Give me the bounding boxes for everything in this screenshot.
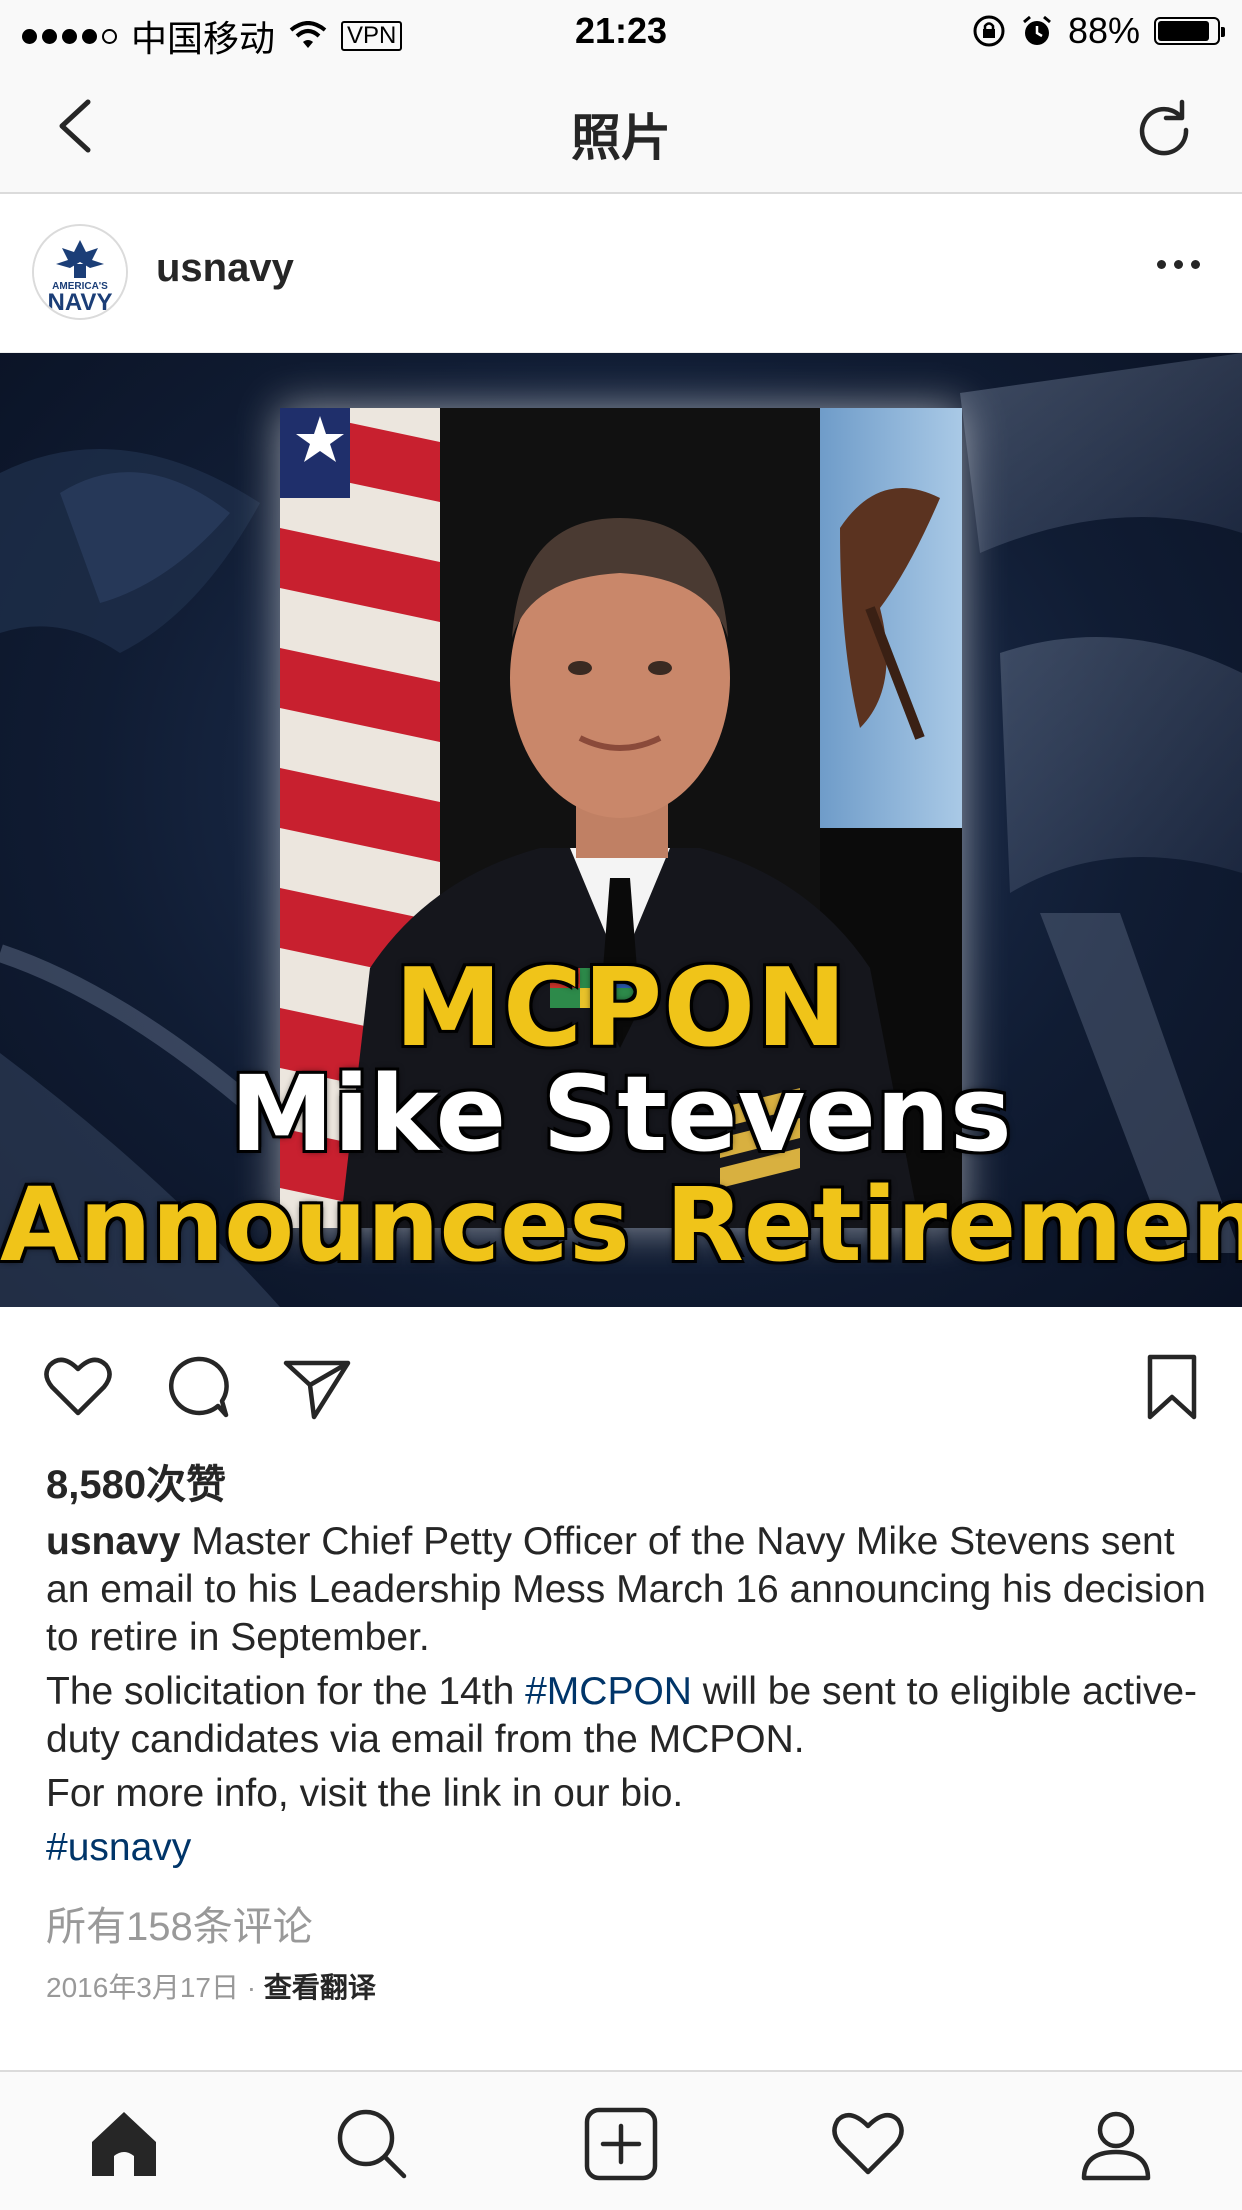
status-bar: 中国移动 VPN 21:23 88%: [0, 0, 1242, 62]
post-image[interactable]: MCPON Mike Stevens Announces Retirement: [0, 353, 1242, 1307]
battery-icon: [1154, 17, 1225, 45]
activity-heart-icon[interactable]: [830, 2106, 906, 2182]
hashtag-mcpon-link[interactable]: #MCPON: [525, 1670, 692, 1713]
status-right: 88%: [972, 10, 1225, 52]
comment-icon[interactable]: [162, 1351, 234, 1423]
more-options-icon[interactable]: [1157, 260, 1200, 269]
hashtag-usnavy-link[interactable]: #usnavy: [46, 1826, 191, 1869]
home-icon[interactable]: [86, 2106, 162, 2182]
post-meta: 2016年3月17日 · 查看翻译: [46, 1966, 376, 2006]
meta-separator: ·: [239, 1972, 264, 2003]
search-icon[interactable]: [334, 2106, 410, 2182]
caption-text-1: Master Chief Petty Officer of the Navy M…: [46, 1520, 1206, 1659]
like-heart-icon[interactable]: [42, 1351, 114, 1423]
nav-bar: 照片: [0, 62, 1242, 194]
post-caption: usnavy Master Chief Petty Officer of the…: [46, 1518, 1206, 1878]
add-post-icon[interactable]: [583, 2106, 659, 2182]
likes-count[interactable]: 8,580次赞: [46, 1452, 226, 1510]
caption-username[interactable]: usnavy: [46, 1520, 180, 1563]
rotation-lock-icon: [973, 15, 1005, 47]
page-title: 照片: [571, 110, 671, 166]
profile-icon[interactable]: [1078, 2106, 1154, 2182]
caption-paragraph-2: The solicitation for the 14th #MCPON wil…: [46, 1668, 1206, 1764]
view-all-comments-link[interactable]: 所有158条评论: [46, 1894, 313, 1952]
svg-text:NAVY: NAVY: [48, 289, 113, 316]
caption-paragraph-4: #usnavy: [46, 1824, 1206, 1872]
post-action-bar: [0, 1307, 1242, 1437]
share-paper-plane-icon[interactable]: [282, 1351, 354, 1423]
navy-logo-icon: AMERICA'S NAVY: [34, 226, 126, 318]
see-translation-link[interactable]: 查看翻译: [264, 1972, 376, 2003]
bookmark-icon[interactable]: [1136, 1351, 1208, 1423]
headline-subtitle: Announces Retirement: [0, 1166, 1242, 1285]
headline-name: Mike Stevens: [230, 1053, 1012, 1175]
caption-paragraph-1: usnavy Master Chief Petty Officer of the…: [46, 1518, 1206, 1662]
refresh-icon[interactable]: [1134, 96, 1194, 156]
avatar[interactable]: AMERICA'S NAVY: [32, 224, 128, 320]
post-header: AMERICA'S NAVY usnavy: [0, 194, 1242, 353]
caption-paragraph-3: For more info, visit the link in our bio…: [46, 1772, 684, 1815]
battery-percent: 88%: [1067, 10, 1140, 51]
battery-fill: [1158, 21, 1210, 41]
post-username[interactable]: usnavy: [156, 246, 294, 291]
bottom-tab-bar: [0, 2070, 1242, 2210]
alarm-icon: [1022, 15, 1051, 45]
post-date: 2016年3月17日: [46, 1972, 240, 2003]
caption-text-2a: The solicitation for the 14th: [46, 1670, 526, 1713]
